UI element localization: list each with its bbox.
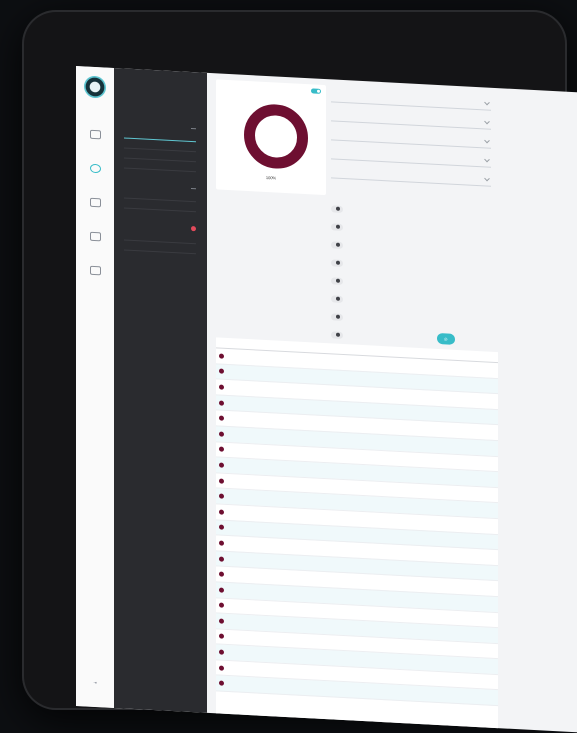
filter-chip[interactable] <box>331 258 343 267</box>
collapse-icon[interactable] <box>191 128 196 130</box>
help-icon <box>89 265 101 275</box>
gear-icon <box>89 231 101 241</box>
table-body <box>216 347 498 706</box>
remove-chip-icon[interactable] <box>336 296 340 301</box>
nav-item[interactable] <box>124 191 196 203</box>
filter-chip[interactable] <box>331 240 343 249</box>
chevron-down-icon <box>484 156 490 163</box>
nav-section <box>124 183 207 213</box>
remove-chip-icon[interactable] <box>336 260 340 265</box>
status-dot-icon <box>219 540 224 546</box>
remove-chip-icon[interactable] <box>336 242 340 247</box>
status-dot-icon <box>219 415 224 421</box>
remove-chip-icon[interactable] <box>336 314 340 319</box>
rail-item-active[interactable] <box>76 151 116 188</box>
status-dot-icon <box>219 509 224 515</box>
nav-item[interactable] <box>124 233 196 245</box>
remove-chip-icon[interactable] <box>336 206 340 211</box>
filter-chip[interactable] <box>331 204 343 213</box>
chevron-down-icon <box>484 99 490 106</box>
filter-chip[interactable] <box>331 222 343 231</box>
tablet-device: ⇥ 100% ◎ <box>22 10 577 733</box>
chevron-down-icon <box>484 118 490 125</box>
status-dot-icon <box>219 665 224 671</box>
status-dot-icon <box>219 587 224 593</box>
app-logo-icon <box>84 75 106 99</box>
status-dot-icon <box>219 478 224 484</box>
rail-item-settings[interactable] <box>76 219 114 255</box>
export-button[interactable]: ◎ <box>437 332 455 345</box>
status-dot-icon <box>219 649 224 655</box>
status-dot-icon <box>219 618 224 624</box>
toggle-switch[interactable] <box>311 88 321 94</box>
icon-rail: ⇥ <box>76 66 116 709</box>
donut-chart <box>244 102 308 171</box>
donut-percent: 100% <box>265 174 277 181</box>
rail-item-help[interactable] <box>76 253 114 289</box>
status-dot-icon <box>219 556 224 562</box>
chevron-down-icon <box>484 137 490 144</box>
rail-item-overview[interactable] <box>76 117 114 153</box>
nav-item[interactable] <box>124 161 196 173</box>
nav-section <box>124 223 207 255</box>
rail-item-documents[interactable] <box>76 185 114 221</box>
nav-item[interactable] <box>124 151 196 163</box>
nav-item[interactable] <box>124 243 196 255</box>
status-dot-icon <box>219 633 224 640</box>
app-screen: ⇥ 100% ◎ <box>76 66 577 733</box>
status-dot-icon <box>219 384 224 390</box>
status-dot-icon <box>219 431 224 437</box>
status-dot-icon <box>219 571 224 577</box>
filter-chip[interactable] <box>331 330 343 339</box>
remove-chip-icon[interactable] <box>336 332 340 337</box>
remove-chip-icon[interactable] <box>336 224 340 229</box>
nav-section <box>124 123 207 173</box>
nav-item[interactable] <box>124 201 196 213</box>
status-dot-icon <box>219 680 224 687</box>
status-dot-icon <box>219 446 224 453</box>
collapse-icon[interactable] <box>191 188 196 190</box>
chip-list <box>331 193 491 351</box>
results-table <box>216 337 498 706</box>
alert-badge <box>191 226 196 232</box>
overview-icon <box>89 129 101 139</box>
target-icon <box>89 163 101 173</box>
status-dot-icon <box>219 400 224 406</box>
logout-icon[interactable]: ⇥ <box>76 679 114 686</box>
filter-chip[interactable] <box>331 276 343 285</box>
status-dot-icon <box>219 368 224 375</box>
status-dot-icon <box>219 602 224 609</box>
document-icon <box>89 197 101 207</box>
nav-item[interactable] <box>124 141 196 153</box>
status-dot-icon <box>219 353 224 359</box>
chevron-down-icon <box>484 175 490 182</box>
status-dot-icon <box>219 524 224 531</box>
main-content: 100% ◎ <box>207 73 577 733</box>
status-dot-icon <box>219 493 224 499</box>
donut-card: 100% <box>216 79 326 196</box>
navigation-panel <box>114 67 207 713</box>
filter-chip[interactable] <box>331 312 343 321</box>
filter-chip[interactable] <box>331 294 343 303</box>
nav-item[interactable] <box>124 131 196 143</box>
remove-chip-icon[interactable] <box>336 278 340 283</box>
status-dot-icon <box>219 462 224 468</box>
